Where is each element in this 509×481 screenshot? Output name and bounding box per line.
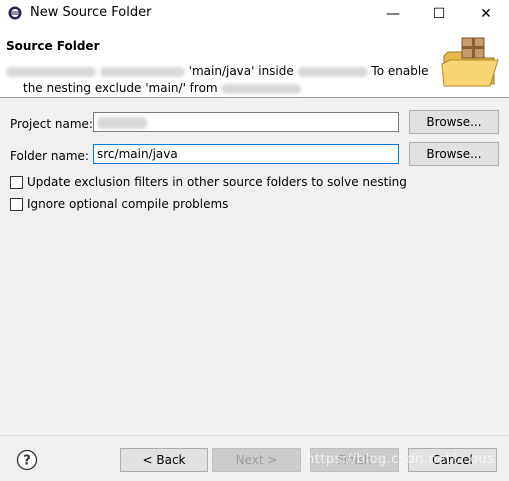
eclipse-app-icon bbox=[8, 6, 22, 20]
help-icon[interactable]: ? bbox=[16, 449, 38, 471]
ignore-problems-label: Ignore optional compile problems bbox=[27, 197, 229, 211]
folder-name-field[interactable]: src/main/java bbox=[93, 144, 399, 164]
svg-text:?: ? bbox=[23, 454, 31, 469]
banner-message-line2: the nesting exclude 'main/' from bbox=[23, 81, 218, 95]
ignore-problems-option[interactable]: Ignore optional compile problems bbox=[10, 197, 228, 211]
maximize-button[interactable]: ☐ bbox=[416, 0, 462, 27]
update-exclusion-label: Update exclusion filters in other source… bbox=[27, 175, 407, 189]
project-name-field[interactable] bbox=[93, 112, 399, 132]
redacted-text bbox=[297, 66, 368, 77]
banner-message-suffix: To enable bbox=[371, 64, 429, 78]
folder-browse-button[interactable]: Browse... bbox=[409, 142, 499, 166]
footer-separator bbox=[0, 435, 509, 436]
banner-message: 'main/java' inside To enable the nesting… bbox=[6, 63, 442, 97]
redacted-text bbox=[6, 66, 96, 77]
banner-title: Source Folder bbox=[6, 39, 100, 53]
title-bar: New Source Folder — ☐ ✕ bbox=[0, 0, 509, 27]
update-exclusion-option[interactable]: Update exclusion filters in other source… bbox=[10, 175, 407, 189]
redacted-text bbox=[221, 83, 302, 94]
ignore-problems-checkbox[interactable] bbox=[10, 197, 23, 211]
back-button[interactable]: < Back bbox=[120, 448, 208, 472]
source-folder-icon bbox=[441, 37, 499, 87]
close-icon: ✕ bbox=[480, 5, 492, 22]
next-button[interactable]: Next > bbox=[212, 448, 301, 472]
minimize-button[interactable]: — bbox=[370, 0, 416, 27]
banner-message-mid: 'main/java' inside bbox=[188, 64, 294, 78]
project-name-label: Project name: bbox=[10, 117, 93, 131]
folder-name-label: Folder name: bbox=[10, 149, 89, 163]
redacted-text bbox=[99, 66, 185, 77]
wizard-banner: Source Folder 'main/java' inside To enab… bbox=[0, 27, 509, 98]
watermark-text: https://blog.csdn.net/...ous bbox=[306, 452, 495, 467]
maximize-icon: ☐ bbox=[432, 5, 446, 22]
minimize-icon: — bbox=[386, 5, 400, 22]
window-title: New Source Folder bbox=[30, 5, 152, 20]
close-button[interactable]: ✕ bbox=[463, 0, 509, 27]
update-exclusion-checkbox[interactable] bbox=[10, 175, 23, 189]
project-browse-button[interactable]: Browse... bbox=[409, 110, 499, 134]
redacted-text bbox=[97, 116, 147, 129]
